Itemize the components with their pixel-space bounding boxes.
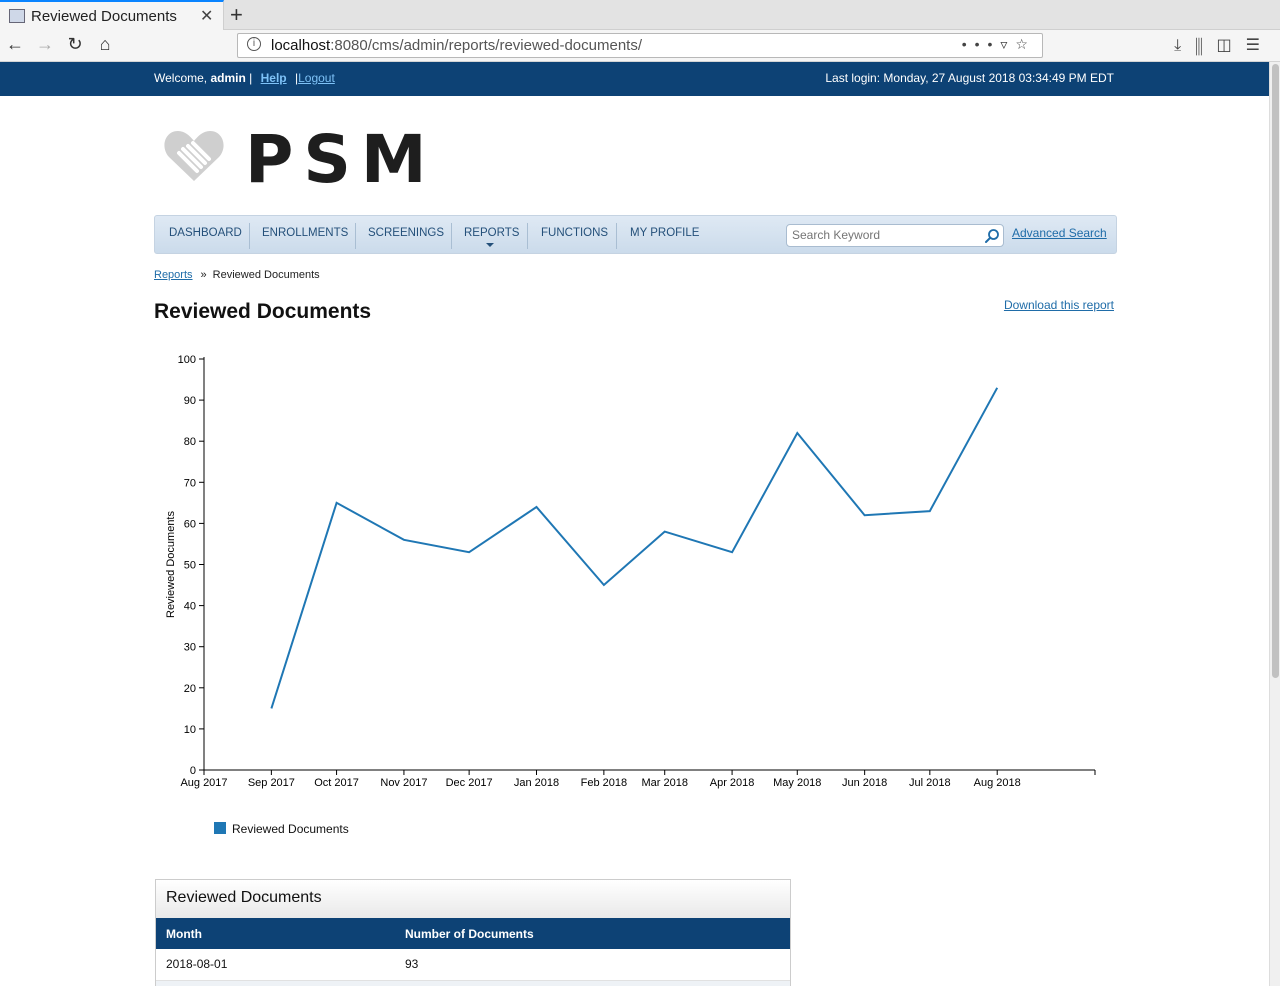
y-tick-label: 90 — [184, 395, 196, 407]
nav-dashboard[interactable]: DASHBOARD — [169, 227, 242, 239]
url-text[interactable]: localhost:8080/cms/admin/reports/reviewe… — [271, 37, 642, 54]
home-icon[interactable]: ⌂ — [94, 34, 116, 55]
col-header-month: Month — [156, 918, 395, 949]
search-box — [786, 224, 1004, 247]
nav-functions[interactable]: FUNCTIONS — [541, 227, 608, 239]
search-icon[interactable] — [984, 228, 1000, 244]
table-row — [156, 980, 790, 986]
page-favicon-icon — [9, 9, 25, 23]
y-tick-label: 60 — [184, 518, 196, 530]
x-tick-label: Aug 2017 — [180, 777, 227, 789]
url-bar[interactable]: i localhost:8080/cms/admin/reports/revie… — [237, 33, 1043, 58]
download-report-link[interactable]: Download this report — [1004, 298, 1114, 312]
logo-text: PSM — [245, 121, 437, 198]
cell-count: 93 — [395, 949, 790, 981]
y-tick-label: 100 — [178, 354, 196, 366]
search-input[interactable] — [792, 228, 977, 242]
x-tick-label: Apr 2018 — [710, 777, 755, 789]
username: admin — [210, 71, 246, 85]
cell-count — [395, 980, 790, 986]
x-tick-label: Nov 2017 — [380, 777, 427, 789]
welcome-text: Welcome, — [154, 71, 208, 85]
x-tick-label: Dec 2017 — [446, 777, 493, 789]
main-nav: DASHBOARD ENROLLMENTS SCREENINGS REPORTS… — [154, 215, 1117, 254]
legend-label: Reviewed Documents — [232, 822, 349, 836]
y-tick-label: 0 — [190, 765, 196, 777]
info-icon[interactable]: i — [247, 37, 261, 51]
reports-dropdown-icon[interactable] — [486, 243, 494, 247]
back-icon[interactable]: ← — [4, 34, 26, 55]
logout-link[interactable]: Logout — [298, 71, 335, 85]
nav-separator — [355, 223, 356, 249]
x-tick-label: Oct 2017 — [314, 777, 359, 789]
last-login: Last login: Monday, 27 August 2018 03:34… — [825, 71, 1114, 85]
nav-separator — [527, 223, 528, 249]
data-table-panel: Reviewed Documents Month Number of Docum… — [155, 879, 791, 986]
cell-month: 2018-08-01 — [156, 949, 395, 981]
heart-hands-logo-icon — [164, 131, 224, 181]
legend-swatch — [214, 822, 226, 834]
browser-tab[interactable]: Reviewed Documents ✕ — [0, 0, 224, 30]
nav-screenings[interactable]: SCREENINGS — [368, 227, 444, 239]
x-tick-label: Jan 2018 — [514, 777, 559, 789]
y-tick-label: 50 — [184, 560, 196, 572]
page-scrollbar[interactable] — [1269, 62, 1280, 986]
nav-enrollments[interactable]: ENROLLMENTS — [262, 227, 348, 239]
reviewed-documents-chart: 0 10 20 30 40 50 60 70 80 90 100 Aug 2017 Sep 2017 Oc… — [165, 354, 1096, 789]
y-axis-label: Reviewed Documents — [165, 511, 177, 618]
nav-reports[interactable]: REPORTS — [464, 227, 519, 239]
x-tick-label: May 2018 — [773, 777, 821, 789]
x-tick-label: Feb 2018 — [581, 777, 627, 789]
table-row: 2018-08-01 93 — [156, 949, 790, 981]
y-tick-label: 20 — [184, 683, 196, 695]
cell-month — [156, 980, 395, 986]
advanced-search-link[interactable]: Advanced Search — [1012, 226, 1107, 240]
top-info-bar: Welcome, admin | Help |Logout Last login… — [0, 62, 1269, 96]
close-tab-icon[interactable]: ✕ — [200, 6, 213, 26]
scroll-thumb[interactable] — [1272, 64, 1279, 678]
nav-separator — [616, 223, 617, 249]
chart-legend: Reviewed Documents — [214, 822, 349, 836]
y-tick-label: 40 — [184, 601, 196, 613]
y-tick-label: 30 — [184, 642, 196, 654]
x-tick-label: Aug 2018 — [974, 777, 1021, 789]
col-header-number: Number of Documents — [395, 918, 790, 949]
nav-separator — [451, 223, 452, 249]
forward-icon[interactable]: → — [34, 34, 56, 55]
breadcrumb: Reports » Reviewed Documents — [154, 269, 320, 281]
nav-my-profile[interactable]: MY PROFILE — [630, 227, 699, 239]
table-title: Reviewed Documents — [156, 880, 790, 918]
x-tick-label: Jul 2018 — [909, 777, 951, 789]
data-table: Month Number of Documents 2018-08-01 93 — [156, 918, 790, 986]
table-header-row: Month Number of Documents — [156, 918, 790, 949]
browser-tab-bar: Reviewed Documents ✕ + — [0, 0, 1280, 30]
breadcrumb-current: Reviewed Documents — [212, 269, 320, 281]
page-actions-icon[interactable]: •••▿☆ — [962, 36, 1036, 53]
series-line — [270, 387, 999, 709]
breadcrumb-reports-link[interactable]: Reports — [154, 269, 193, 281]
nav-separator — [249, 223, 250, 249]
reload-icon[interactable]: ↻ — [64, 34, 86, 55]
toolbar-icons[interactable]: ⤓⫼◫☰ — [1174, 35, 1274, 55]
new-tab-icon[interactable]: + — [230, 2, 243, 28]
y-tick-label: 10 — [184, 724, 196, 736]
y-tick-label: 70 — [184, 477, 196, 489]
x-tick-label: Jun 2018 — [842, 777, 887, 789]
x-tick-label: Sep 2017 — [248, 777, 295, 789]
psm-logo[interactable]: PSM — [163, 121, 427, 198]
browser-toolbar: ← → ↻ ⌂ i localhost:8080/cms/admin/repor… — [0, 30, 1280, 62]
x-tick-label: Mar 2018 — [641, 777, 687, 789]
page-title: Reviewed Documents — [154, 300, 372, 323]
help-link[interactable]: Help — [261, 71, 287, 85]
tab-title: Reviewed Documents — [31, 8, 177, 25]
y-tick-label: 80 — [184, 436, 196, 448]
breadcrumb-separator: » — [200, 269, 207, 281]
